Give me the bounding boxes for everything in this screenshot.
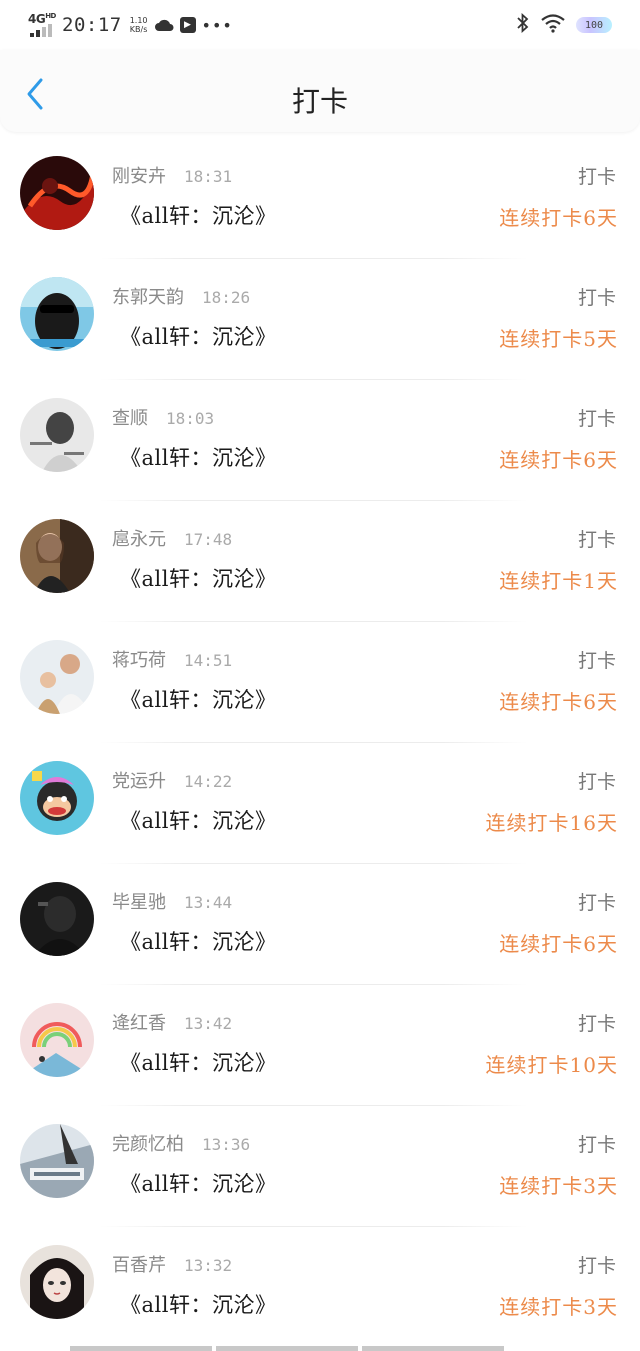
checkin-time: 13:32 — [184, 1256, 233, 1275]
list-item[interactable]: 扈永元 17:48 《all轩：沉沦》 打卡 连续打卡1天 — [0, 501, 640, 622]
checkin-action-label: 打卡 — [577, 1013, 616, 1035]
streak-label: 连续打卡3天 — [499, 1295, 618, 1319]
avatar[interactable] — [20, 761, 94, 835]
list-item[interactable]: 查顺 18:03 《all轩：沉沦》 打卡 连续打卡6天 — [0, 380, 640, 501]
checkin-time: 18:03 — [166, 409, 215, 428]
checkin-time: 13:42 — [184, 1014, 233, 1033]
user-line: 东郭天韵 18:26 — [112, 283, 250, 309]
streak-label: 连续打卡16天 — [485, 811, 618, 835]
network-speed: 1.10 KB/s — [130, 16, 148, 34]
streak-label: 连续打卡1天 — [499, 569, 618, 593]
user-line: 党运升 14:22 — [112, 767, 232, 793]
book-title[interactable]: 《all轩：沉沦》 — [120, 442, 276, 472]
status-left: 4GHD 20:17 1.10 KB/s ▶ ••• — [28, 10, 233, 40]
checkin-list: 刚安卉 18:31 《all轩：沉沦》 打卡 连续打卡6天 东郭天韵 18:26 《… — [0, 138, 640, 1348]
checkin-action-label: 打卡 — [577, 529, 616, 551]
more-notifications-icon: ••• — [201, 15, 233, 35]
streak-label: 连续打卡3天 — [499, 1174, 618, 1198]
checkin-action-label: 打卡 — [577, 408, 616, 430]
checkin-time: 14:51 — [184, 651, 233, 670]
page-title: 打卡 — [291, 85, 348, 118]
avatar[interactable] — [20, 1245, 94, 1319]
list-item[interactable]: 逄红香 13:42 《all轩：沉沦》 打卡 连续打卡10天 — [0, 985, 640, 1106]
book-title[interactable]: 《all轩：沉沦》 — [120, 1047, 276, 1077]
user-name[interactable]: 蒋巧荷 — [112, 650, 166, 671]
avatar[interactable] — [20, 277, 94, 351]
avatar[interactable] — [20, 519, 94, 593]
checkin-action-label: 打卡 — [577, 287, 616, 309]
list-item[interactable]: 完颜忆柏 13:36 《all轩：沉沦》 打卡 连续打卡3天 — [0, 1106, 640, 1227]
status-time: 20:17 — [62, 14, 122, 36]
checkin-time: 14:22 — [184, 772, 233, 791]
user-name[interactable]: 百香芹 — [112, 1255, 166, 1276]
checkin-time: 18:26 — [202, 288, 251, 307]
user-line: 查顺 18:03 — [112, 404, 214, 430]
checkin-time: 13:36 — [202, 1135, 251, 1154]
avatar[interactable] — [20, 1124, 94, 1198]
nav-header: 打卡 — [0, 50, 640, 132]
user-name[interactable]: 刚安卉 — [112, 166, 166, 187]
streak-label: 连续打卡6天 — [499, 690, 618, 714]
avatar[interactable] — [20, 156, 94, 230]
book-title[interactable]: 《all轩：沉沦》 — [120, 321, 276, 351]
streak-label: 连续打卡10天 — [485, 1053, 618, 1077]
user-name[interactable]: 扈永元 — [112, 529, 166, 550]
user-line: 扈永元 17:48 — [112, 525, 232, 551]
user-name[interactable]: 党运升 — [112, 771, 166, 792]
cloud-icon — [154, 18, 174, 32]
book-title[interactable]: 《all轩：沉沦》 — [120, 1168, 276, 1198]
wifi-icon — [540, 13, 566, 37]
book-title[interactable]: 《all轩：沉沦》 — [120, 200, 276, 230]
user-name[interactable]: 毕星驰 — [112, 892, 166, 913]
checkin-action-label: 打卡 — [577, 892, 616, 914]
bottom-scroll-indicator — [70, 1346, 504, 1351]
user-name[interactable]: 东郭天韵 — [112, 287, 184, 308]
list-item[interactable]: 百香芹 13:32 《all轩：沉沦》 打卡 连续打卡3天 — [0, 1227, 640, 1348]
user-line: 蒋巧荷 14:51 — [112, 646, 232, 672]
avatar[interactable] — [20, 882, 94, 956]
list-item[interactable]: 蒋巧荷 14:51 《all轩：沉沦》 打卡 连续打卡6天 — [0, 622, 640, 743]
avatar[interactable] — [20, 398, 94, 472]
streak-label: 连续打卡5天 — [499, 327, 618, 351]
video-app-icon: ▶ — [179, 17, 196, 33]
bluetooth-icon — [516, 12, 530, 37]
streak-label: 连续打卡6天 — [499, 448, 618, 472]
user-line: 完颜忆柏 13:36 — [112, 1130, 250, 1156]
user-line: 刚安卉 18:31 — [112, 162, 232, 188]
checkin-action-label: 打卡 — [577, 650, 616, 672]
checkin-time: 13:44 — [184, 893, 233, 912]
checkin-action-label: 打卡 — [577, 771, 616, 793]
list-item[interactable]: 毕星驰 13:44 《all轩：沉沦》 打卡 连续打卡6天 — [0, 864, 640, 985]
user-line: 毕星驰 13:44 — [112, 888, 232, 914]
book-title[interactable]: 《all轩：沉沦》 — [120, 926, 276, 956]
speed-unit: KB/s — [129, 25, 148, 34]
list-item[interactable]: 东郭天韵 18:26 《all轩：沉沦》 打卡 连续打卡5天 — [0, 259, 640, 380]
checkin-action-label: 打卡 — [577, 1255, 616, 1277]
speed-value: 1.10 — [129, 16, 148, 25]
book-title[interactable]: 《all轩：沉沦》 — [120, 684, 276, 714]
user-name[interactable]: 完颜忆柏 — [112, 1134, 184, 1155]
streak-label: 连续打卡6天 — [499, 932, 618, 956]
streak-label: 连续打卡6天 — [499, 206, 618, 230]
user-line: 百香芹 13:32 — [112, 1251, 232, 1277]
battery-indicator: 100 — [576, 17, 612, 33]
checkin-time: 18:31 — [184, 167, 233, 186]
checkin-time: 17:48 — [184, 530, 233, 549]
avatar[interactable] — [20, 1003, 94, 1077]
book-title[interactable]: 《all轩：沉沦》 — [120, 805, 276, 835]
avatar[interactable] — [20, 640, 94, 714]
status-bar: 4GHD 20:17 1.10 KB/s ▶ ••• 100 — [0, 0, 640, 50]
user-name[interactable]: 逄红香 — [112, 1013, 166, 1034]
status-right: 100 — [516, 12, 612, 38]
user-name[interactable]: 查顺 — [112, 408, 148, 429]
user-line: 逄红香 13:42 — [112, 1009, 232, 1035]
list-item[interactable]: 刚安卉 18:31 《all轩：沉沦》 打卡 连续打卡6天 — [0, 138, 640, 259]
list-item[interactable]: 党运升 14:22 《all轩：沉沦》 打卡 连续打卡16天 — [0, 743, 640, 864]
checkin-action-label: 打卡 — [577, 166, 616, 188]
book-title[interactable]: 《all轩：沉沦》 — [120, 563, 276, 593]
book-title[interactable]: 《all轩：沉沦》 — [120, 1289, 276, 1319]
checkin-action-label: 打卡 — [577, 1134, 616, 1156]
signal-icon: 4GHD — [28, 12, 56, 38]
network-sup: HD — [45, 12, 56, 20]
